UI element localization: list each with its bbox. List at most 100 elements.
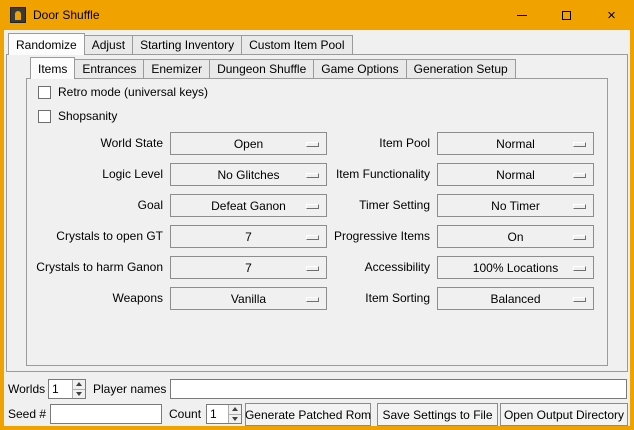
- crystals-ganon-value: 7: [245, 261, 252, 275]
- retro-mode-row: Retro mode (universal keys): [38, 84, 208, 100]
- seed-input[interactable]: [50, 404, 162, 424]
- logic-level-value: No Glitches: [217, 168, 279, 182]
- tab-label: Adjust: [92, 38, 125, 52]
- tab-label: Dungeon Shuffle: [217, 62, 306, 76]
- shopsanity-label: Shopsanity: [58, 109, 117, 123]
- tab-label: Starting Inventory: [140, 38, 234, 52]
- item-functionality-label: Item Functionality: [318, 163, 430, 186]
- tab-custom-item-pool[interactable]: Custom Item Pool: [241, 35, 352, 54]
- item-sorting-label: Item Sorting: [318, 287, 430, 310]
- tab-randomize[interactable]: Randomize: [8, 33, 85, 55]
- tab-generation-setup[interactable]: Generation Setup: [406, 59, 516, 78]
- option-row: Crystals to harm Ganon 7 Accessibility 1…: [0, 256, 634, 279]
- item-functionality-value: Normal: [496, 168, 535, 182]
- dropdown-indicator-icon: [573, 142, 586, 147]
- crystals-gt-dropdown[interactable]: 7: [170, 225, 327, 248]
- dropdown-indicator-icon: [573, 204, 586, 209]
- tab-game-options[interactable]: Game Options: [313, 59, 406, 78]
- goal-value: Defeat Ganon: [211, 199, 286, 213]
- worlds-label: Worlds: [8, 379, 45, 399]
- window: Door Shuffle × Randomize Adjust Starting…: [0, 0, 634, 430]
- player-names-input[interactable]: [170, 379, 627, 399]
- tab-label: Game Options: [321, 62, 398, 76]
- tab-label: Custom Item Pool: [249, 38, 344, 52]
- shopsanity-row: Shopsanity: [38, 108, 117, 124]
- option-row: Weapons Vanilla Item Sorting Balanced: [0, 287, 634, 310]
- worlds-spinner-arrows: [72, 380, 85, 398]
- generate-patched-rom-button[interactable]: Generate Patched Rom: [245, 403, 371, 426]
- item-pool-label: Item Pool: [318, 132, 430, 155]
- item-functionality-dropdown[interactable]: Normal: [437, 163, 594, 186]
- item-sorting-dropdown[interactable]: Balanced: [437, 287, 594, 310]
- item-pool-dropdown[interactable]: Normal: [437, 132, 594, 155]
- sub-tab-bar: Items Entrances Enemizer Dungeon Shuffle…: [30, 57, 515, 78]
- spin-up-icon[interactable]: [73, 380, 85, 390]
- maximize-button[interactable]: [544, 0, 589, 30]
- minimize-button[interactable]: [499, 0, 544, 30]
- progressive-items-dropdown[interactable]: On: [437, 225, 594, 248]
- dropdown-indicator-icon: [573, 266, 586, 271]
- option-row: Crystals to open GT 7 Progressive Items …: [0, 225, 634, 248]
- tab-label: Generation Setup: [414, 62, 508, 76]
- save-settings-button[interactable]: Save Settings to File: [377, 403, 498, 426]
- retro-mode-label: Retro mode (universal keys): [58, 85, 208, 99]
- weapons-label: Weapons: [30, 287, 163, 310]
- worlds-spinner[interactable]: 1: [48, 379, 86, 399]
- weapons-value: Vanilla: [231, 292, 266, 306]
- maximize-icon: [562, 11, 571, 20]
- close-button[interactable]: ×: [589, 0, 634, 30]
- tab-starting-inventory[interactable]: Starting Inventory: [132, 35, 242, 54]
- count-spinner-arrows: [228, 405, 241, 423]
- accessibility-label: Accessibility: [318, 256, 430, 279]
- player-names-label: Player names: [93, 379, 166, 399]
- spin-down-icon[interactable]: [229, 415, 241, 424]
- count-label: Count: [169, 404, 201, 424]
- goal-label: Goal: [30, 194, 163, 217]
- crystals-ganon-label: Crystals to harm Ganon: [30, 256, 163, 279]
- app-icon: [10, 7, 26, 23]
- goal-dropdown[interactable]: Defeat Ganon: [170, 194, 327, 217]
- accessibility-dropdown[interactable]: 100% Locations: [437, 256, 594, 279]
- item-sorting-value: Balanced: [490, 292, 540, 306]
- shopsanity-checkbox[interactable]: [38, 110, 51, 123]
- count-spinner[interactable]: 1: [206, 404, 242, 424]
- retro-mode-checkbox[interactable]: [38, 86, 51, 99]
- dropdown-indicator-icon: [573, 235, 586, 240]
- spin-down-icon[interactable]: [73, 390, 85, 399]
- window-title: Door Shuffle: [33, 0, 100, 30]
- tab-dungeon-shuffle[interactable]: Dungeon Shuffle: [209, 59, 314, 78]
- item-pool-value: Normal: [496, 137, 535, 151]
- count-value: 1: [207, 405, 228, 423]
- timer-setting-label: Timer Setting: [318, 194, 430, 217]
- world-state-label: World State: [30, 132, 163, 155]
- close-icon: ×: [607, 8, 616, 23]
- progressive-items-value: On: [507, 230, 523, 244]
- tab-label: Enemizer: [151, 62, 202, 76]
- door-glyph: [15, 11, 21, 20]
- tab-entrances[interactable]: Entrances: [74, 59, 144, 78]
- seed-label: Seed #: [8, 404, 46, 424]
- tab-label: Entrances: [82, 62, 136, 76]
- open-output-directory-button[interactable]: Open Output Directory: [500, 403, 628, 426]
- world-state-value: Open: [234, 137, 263, 151]
- weapons-dropdown[interactable]: Vanilla: [170, 287, 327, 310]
- logic-level-label: Logic Level: [30, 163, 163, 186]
- crystals-ganon-dropdown[interactable]: 7: [170, 256, 327, 279]
- tab-label: Items: [38, 62, 67, 76]
- tab-adjust[interactable]: Adjust: [84, 35, 133, 54]
- tab-items[interactable]: Items: [30, 57, 75, 79]
- world-state-dropdown[interactable]: Open: [170, 132, 327, 155]
- tab-enemizer[interactable]: Enemizer: [143, 59, 210, 78]
- crystals-gt-label: Crystals to open GT: [30, 225, 163, 248]
- spin-up-icon[interactable]: [229, 405, 241, 415]
- progressive-items-label: Progressive Items: [318, 225, 430, 248]
- timer-setting-dropdown[interactable]: No Timer: [437, 194, 594, 217]
- option-row: Logic Level No Glitches Item Functionali…: [0, 163, 634, 186]
- logic-level-dropdown[interactable]: No Glitches: [170, 163, 327, 186]
- option-row: World State Open Item Pool Normal: [0, 132, 634, 155]
- accessibility-value: 100% Locations: [473, 261, 558, 275]
- dropdown-indicator-icon: [573, 173, 586, 178]
- tab-label: Randomize: [16, 38, 77, 52]
- worlds-value: 1: [49, 380, 72, 398]
- titlebar: Door Shuffle ×: [0, 0, 634, 30]
